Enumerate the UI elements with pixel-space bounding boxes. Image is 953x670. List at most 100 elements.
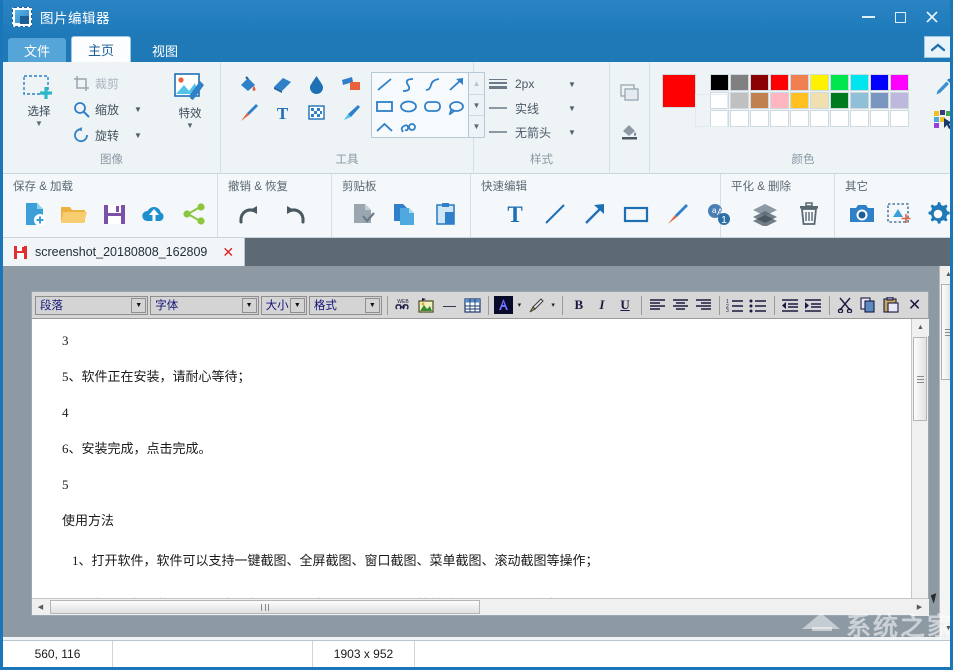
canvas-scroll-up-button[interactable]: ▲ [940,266,950,283]
bold-button[interactable]: B [568,295,589,316]
text-tool-icon[interactable]: T [503,199,527,229]
copy-button[interactable] [858,295,879,316]
select-tool-button[interactable]: 选择 ▼ [17,72,61,130]
blur-drop-icon[interactable] [303,72,329,96]
swatch[interactable] [790,110,809,127]
chevron-down-icon[interactable]: ▼ [241,297,257,313]
font-family-select[interactable]: 字体 ▼ [150,295,259,315]
rectangle-shape[interactable] [372,95,396,117]
more-colors-icon[interactable] [929,104,950,134]
copy-icon[interactable] [391,199,418,229]
upload-cloud-icon[interactable] [140,199,168,229]
canvas-scroll-thumb[interactable] [941,284,950,380]
font-size-select[interactable]: 大小 ▼ [260,295,307,315]
line-style-row[interactable]: 实线 ▼ [484,96,580,120]
line-weight-row[interactable]: 2px ▼ [484,72,580,96]
brush-icon[interactable] [235,100,261,124]
delete-button[interactable]: ✕ [904,295,925,316]
underline-button[interactable]: U [614,295,635,316]
swatch[interactable] [850,110,869,127]
rotate-caret[interactable]: ▼ [134,131,142,140]
brush-tool-icon[interactable] [665,199,689,229]
document-tab[interactable]: screenshot_20180808_162809 ✕ [3,238,246,266]
swatch[interactable] [810,92,829,109]
decrease-indent-button[interactable] [780,295,801,316]
align-left-button[interactable] [647,295,668,316]
cut-icon[interactable] [350,199,377,229]
swatch[interactable] [890,74,909,91]
line-style-caret[interactable]: ▼ [568,104,576,113]
swatch[interactable] [870,110,889,127]
text-color-button[interactable] [494,295,514,316]
scroll-left-button[interactable]: ◀ [32,599,49,615]
arrow-head-caret[interactable]: ▼ [568,128,576,137]
increase-indent-button[interactable] [803,295,824,316]
document-horizontal-scrollbar[interactable]: ◀ ▶ [32,598,928,615]
swatch[interactable] [730,74,749,91]
redo-icon[interactable] [280,199,308,229]
document-vertical-scrollbar[interactable]: ▲ ▼ [911,319,929,616]
swatch[interactable] [870,74,889,91]
callout-shape[interactable] [444,95,468,117]
curve-shape[interactable] [396,73,420,95]
rect-tool-icon[interactable] [623,199,649,229]
secondary-color-swatch[interactable] [695,94,728,127]
camera-icon[interactable] [849,199,875,229]
undo-icon[interactable] [236,199,264,229]
ellipse-shape[interactable] [396,95,420,117]
crop-button[interactable]: 裁剪 [69,70,152,96]
horizontal-scroll-thumb[interactable] [50,600,480,614]
unordered-list-button[interactable] [748,295,769,316]
new-file-icon[interactable] [21,199,47,229]
canvas-vertical-scrollbar[interactable]: ▲ ▼ [939,266,950,637]
scroll-up-button[interactable]: ▲ [912,319,929,336]
italic-button[interactable]: I [591,295,612,316]
line-weight-caret[interactable]: ▼ [568,80,576,89]
canvas-area[interactable]: 段落 ▼ 字体 ▼ 大小 ▼ 格式 ▼ WEB — ▾ ▾ B I U 1 2 … [3,266,950,637]
rounded-rect-shape[interactable] [420,95,444,117]
swatch[interactable] [710,74,729,91]
chevron-down-icon[interactable]: ▼ [364,297,380,313]
insert-table-button[interactable] [462,295,483,316]
ordered-list-button[interactable]: 1 2 3 [725,295,746,316]
shape-picker[interactable] [371,72,469,138]
fill-shape-icon[interactable] [616,78,644,108]
swatch[interactable] [870,92,889,109]
arrow-shape[interactable] [444,73,468,95]
line-tool-icon[interactable] [543,199,567,229]
checkerboard-icon[interactable] [303,100,329,124]
effects-button[interactable]: 特效 ▼ [168,70,212,132]
swatch[interactable] [830,110,849,127]
swatch[interactable] [770,110,789,127]
canvas-scroll-down-button[interactable]: ▼ [940,620,950,637]
collapse-ribbon-button[interactable] [924,36,950,58]
swatch[interactable] [830,74,849,91]
maximize-button[interactable] [884,2,916,32]
zoom-button[interactable]: 缩放 ▼ [69,96,152,122]
vertical-scroll-thumb[interactable] [913,337,927,421]
highlight-color-button[interactable] [526,295,547,316]
swatch[interactable] [730,92,749,109]
swatch[interactable] [890,110,909,127]
document-tab-close[interactable]: ✕ [222,244,234,261]
tab-home[interactable]: 主页 [71,36,132,62]
swatch[interactable] [790,74,809,91]
swatch[interactable] [890,92,909,109]
swatch[interactable] [810,74,829,91]
paint-bucket-icon[interactable] [235,72,261,96]
mosaic-bar-icon[interactable] [337,72,363,96]
format-select[interactable]: 格式 ▼ [308,295,382,315]
text-color-dropdown[interactable]: ▾ [515,295,524,316]
trash-icon[interactable] [795,199,823,229]
text-icon[interactable]: T [269,100,295,124]
arrow-tool-icon[interactable] [583,199,607,229]
new-capture-icon[interactable] [887,199,913,229]
swatch[interactable] [750,92,769,109]
tab-file[interactable]: 文件 [8,38,67,62]
paste-icon[interactable] [433,199,460,229]
eyedropper-icon[interactable] [929,72,950,102]
effects-caret[interactable]: ▼ [186,121,194,130]
wave-shape[interactable] [420,73,444,95]
swatch[interactable] [850,92,869,109]
swatch[interactable] [790,92,809,109]
